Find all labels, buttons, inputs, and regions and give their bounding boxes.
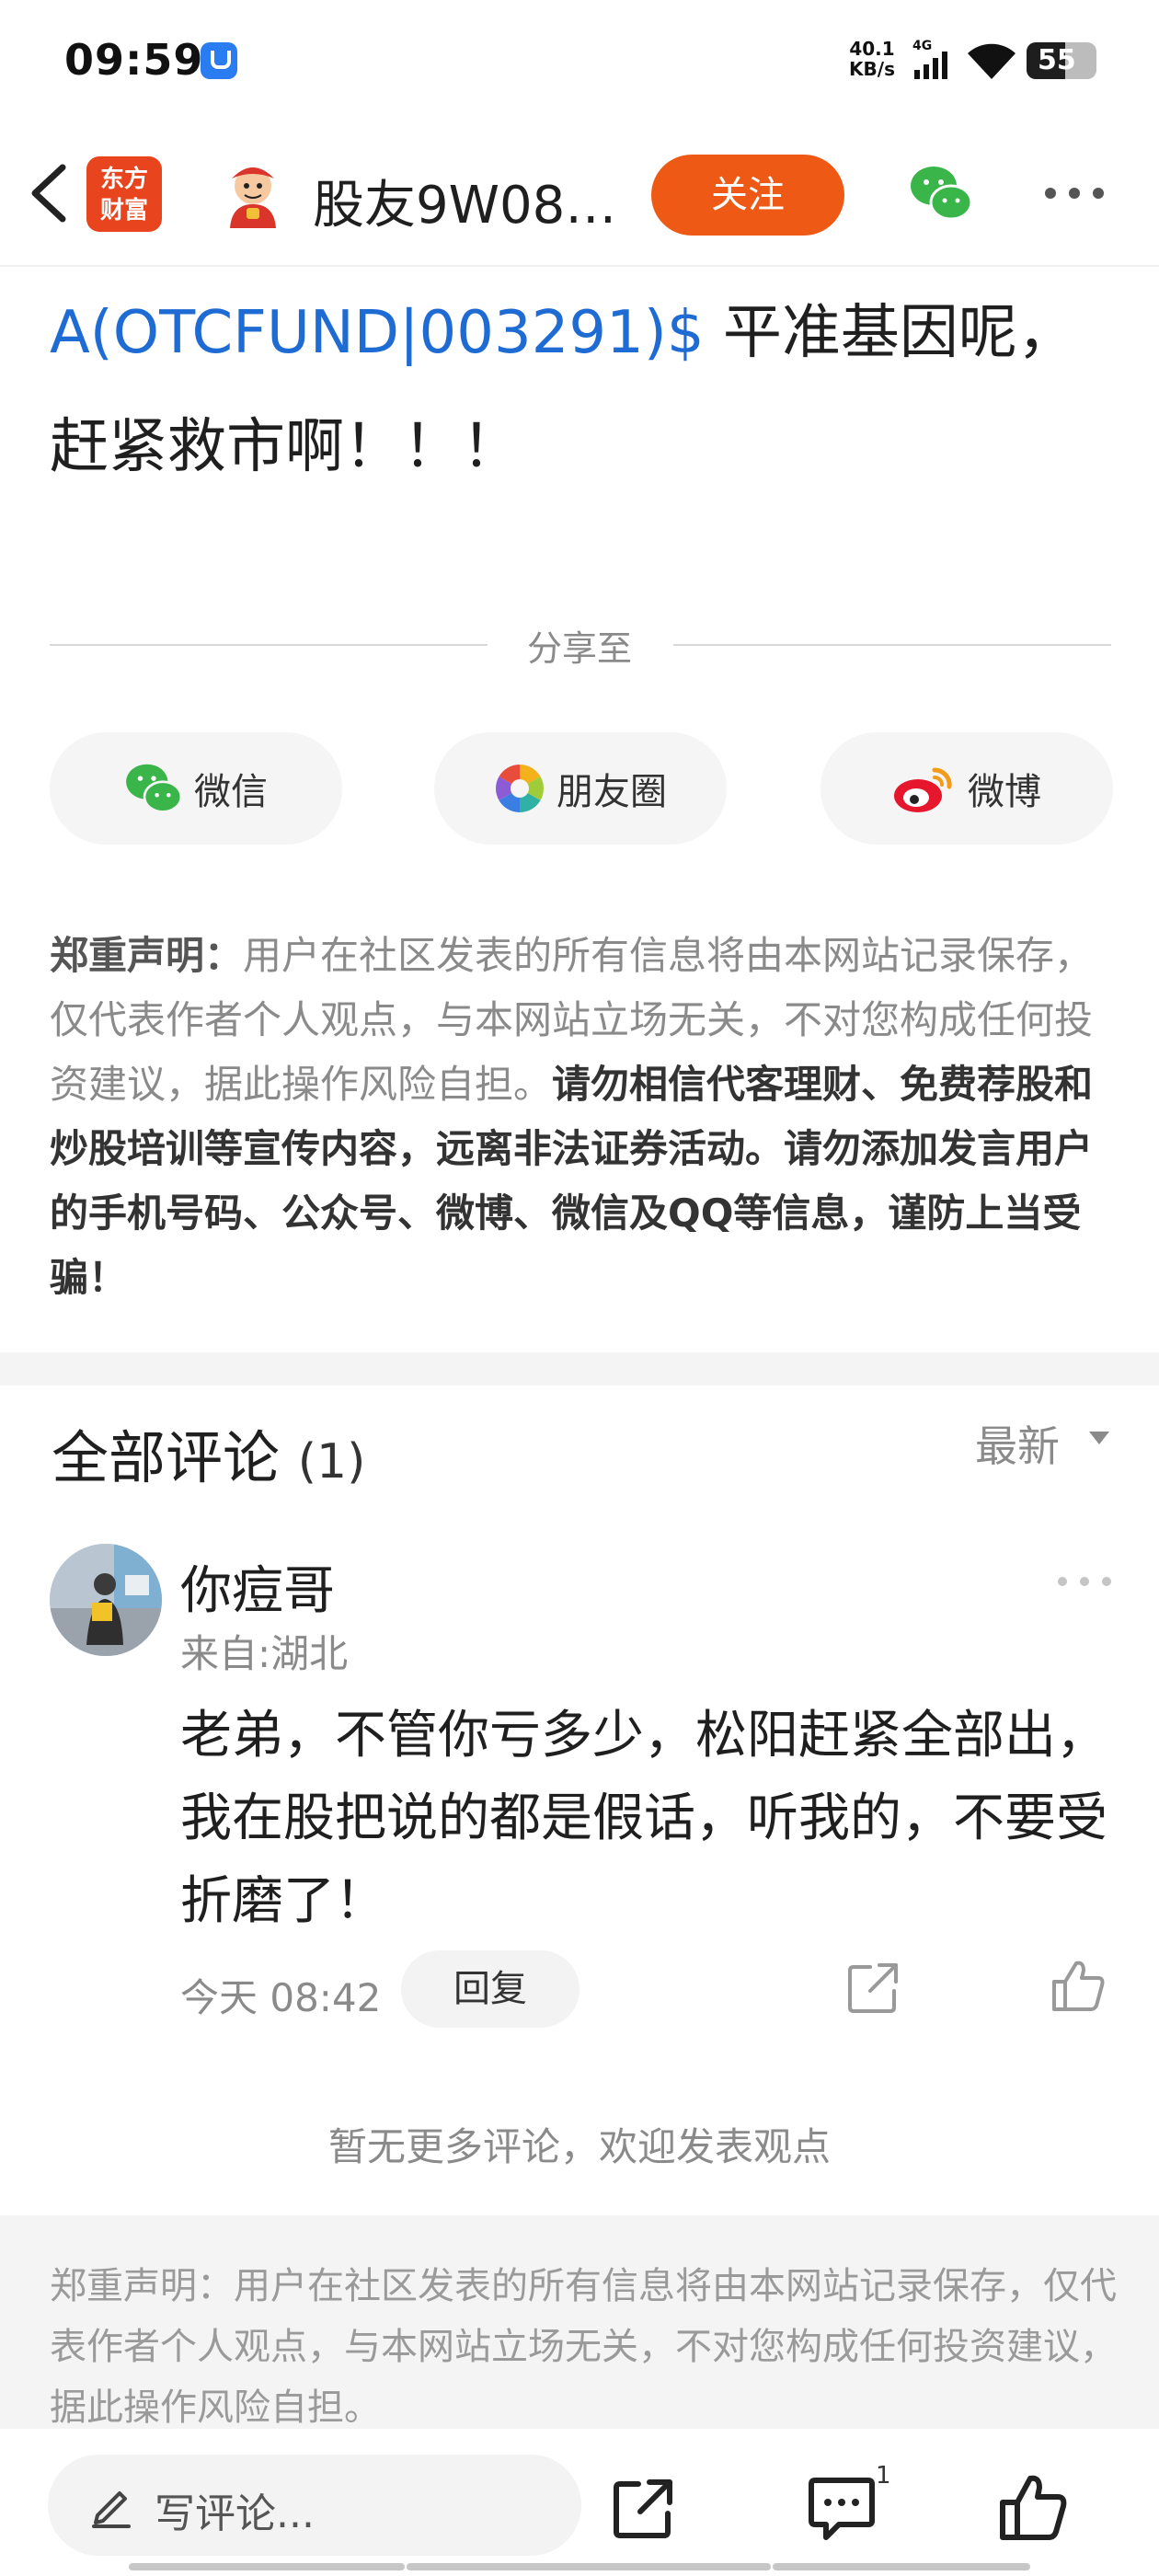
author-avatar-icon[interactable] (217, 158, 289, 230)
fund-link[interactable]: A(OTCFUND|003291)$ (50, 299, 705, 367)
section-separator (0, 1352, 1159, 1386)
cellular-signal-icon: 4G (912, 39, 947, 79)
status-bar: 09:59 40.1 KB/s 4G 55 (0, 0, 1159, 120)
commenter-avatar[interactable] (50, 1544, 162, 1656)
weibo-icon (894, 767, 952, 812)
wechat-icon (126, 764, 183, 813)
app-logo[interactable]: 东方 财富 (86, 156, 162, 232)
commenter-name[interactable]: 你痘哥 (180, 1549, 335, 1624)
back-arrow-icon[interactable] (22, 160, 77, 226)
top-nav-bar: 东方 财富 股友9W08… 关注 (0, 120, 1159, 267)
battery-level: 55 (1038, 44, 1076, 76)
app-logo-line2: 财富 (99, 197, 148, 224)
reply-button[interactable]: 回复 (401, 1950, 580, 2028)
notification-app-icon (201, 42, 237, 79)
post-content: A(OTCFUND|003291)$ 平准基因呢，赶紧救市啊！！！ (50, 276, 1117, 504)
no-more-comments: 暂无更多评论，欢迎发表观点 (327, 2124, 831, 2169)
share-moments-button[interactable]: 朋友圈 (434, 732, 727, 845)
battery-icon: 55 (1027, 42, 1096, 79)
share-moments-label: 朋友圈 (557, 771, 667, 813)
comment-time: 今天 08:42 (180, 1975, 382, 2020)
disclaimer-heading: 郑重声明： (50, 933, 244, 978)
comment-text: 老弟，不管你亏多少，松阳赶紧全部出，我在股把说的都是假话，听我的，不要受折磨了！ (180, 1706, 1107, 1931)
share-wechat-label: 微信 (194, 771, 268, 813)
author-name[interactable]: 股友9W08… (313, 164, 635, 238)
network-speed-unit: KB/s (849, 58, 895, 80)
wechat-share-icon[interactable] (909, 164, 973, 223)
comments-title: 全部评论 (52, 1424, 281, 1491)
share-weibo-button[interactable]: 微博 (820, 732, 1113, 845)
share-wechat-button[interactable]: 微信 (50, 732, 342, 845)
commenter-location: 来自:湖北 (180, 1631, 349, 1676)
pen-icon (92, 2491, 131, 2528)
share-weibo-label: 微博 (968, 771, 1041, 813)
footer-disclaimer: 郑重声明：用户在社区发表的所有信息将由本网站记录保存，仅代表作者个人观点，与本网… (50, 2265, 1117, 2429)
comment-count-badge: 1 (876, 2462, 891, 2490)
comments-header: 全部评论 (1) (52, 1411, 365, 1494)
status-time: 09:59 (64, 35, 204, 85)
wifi-icon (968, 43, 1016, 79)
comment-input-placeholder: 写评论... (155, 2490, 315, 2537)
comment-share-icon[interactable] (846, 1961, 900, 2015)
network-speed-value: 40.1 (849, 38, 895, 60)
gesture-bar (129, 2563, 1030, 2570)
network-speed: 40.1 KB/s (844, 39, 900, 79)
commenter-photo-icon (50, 1544, 162, 1656)
comment-more-icon[interactable] (1058, 1575, 1111, 1590)
sort-dropdown[interactable]: 最新 (975, 1413, 1060, 1474)
like-icon[interactable] (999, 2473, 1067, 2541)
sort-caret-icon[interactable] (1089, 1432, 1109, 1444)
comments-icon[interactable] (808, 2475, 876, 2543)
follow-button[interactable]: 关注 (651, 155, 844, 236)
share-icon[interactable] (611, 2477, 675, 2541)
comment-like-icon[interactable] (1050, 1958, 1106, 2013)
more-options-icon[interactable] (1045, 184, 1104, 202)
app-logo-line1: 东方 (99, 166, 148, 193)
comment-input[interactable]: 写评论... (48, 2455, 581, 2556)
bottom-action-bar: 写评论... 1 (0, 2429, 1159, 2576)
share-title: 分享至 (526, 628, 632, 669)
network-type-label: 4G (912, 39, 932, 53)
moments-icon (496, 765, 544, 812)
comments-count: (1) (297, 1434, 366, 1489)
disclaimer: 郑重声明：用户在社区发表的所有信息将由本网站记录保存，仅代表作者个人观点，与本网… (50, 924, 1117, 1310)
